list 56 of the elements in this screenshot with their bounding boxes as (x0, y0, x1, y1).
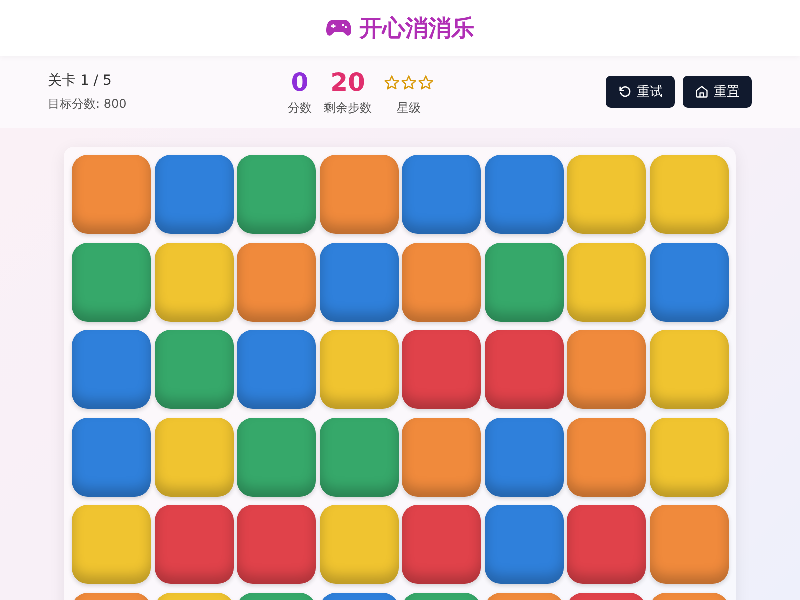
candy-tile[interactable] (237, 330, 316, 409)
candy-tile[interactable] (72, 418, 151, 496)
candy-tile[interactable] (237, 418, 316, 496)
candy-tile[interactable] (650, 505, 728, 584)
candy-tile[interactable] (320, 155, 398, 234)
target-score: 目标分数: 800 (48, 96, 128, 112)
candy-tile[interactable] (402, 505, 481, 584)
candy-tile[interactable] (567, 242, 646, 322)
candy-tile[interactable] (154, 505, 234, 584)
candy-tile[interactable] (484, 330, 564, 409)
candy-tile[interactable] (320, 330, 398, 409)
candy-tile[interactable] (650, 242, 728, 322)
level-label: 关卡 1 / 5 (48, 72, 113, 90)
candy-tile[interactable] (650, 418, 728, 496)
candy-tile[interactable] (154, 242, 234, 322)
candy-tile[interactable] (484, 505, 564, 584)
moves-label: 剩余步数 (324, 100, 372, 116)
candy-tile[interactable] (320, 242, 398, 322)
home-icon (695, 85, 709, 99)
candy-tile[interactable] (567, 505, 646, 584)
candy-tile[interactable] (72, 505, 151, 584)
refresh-icon (618, 85, 632, 99)
candy-tile[interactable] (567, 155, 646, 234)
candy-tile[interactable] (402, 418, 481, 496)
gamepad-icon (326, 19, 352, 37)
candy-tile[interactable] (237, 242, 316, 322)
candy-tile[interactable] (237, 155, 316, 234)
candy-tile[interactable] (402, 330, 481, 409)
star-icon (384, 74, 400, 90)
star-icon (418, 74, 434, 90)
score-label: 分数 (288, 100, 312, 116)
moves-value: 20 (330, 68, 366, 98)
candy-tile[interactable] (320, 418, 398, 496)
candy-tile[interactable] (484, 242, 564, 322)
candy-tile[interactable] (650, 330, 728, 409)
candy-tile[interactable] (72, 242, 151, 322)
candy-tile[interactable] (237, 505, 316, 584)
star-icon (401, 74, 417, 90)
candy-tile[interactable] (484, 418, 564, 496)
candy-tile[interactable] (72, 330, 151, 409)
candy-tile[interactable] (567, 418, 646, 496)
candy-tile[interactable] (484, 155, 564, 234)
game-title: 开心消消乐 (360, 14, 474, 44)
candy-tile[interactable] (72, 155, 151, 234)
score-value: 0 (291, 68, 309, 98)
rating-label: 星级 (397, 100, 421, 116)
candy-tile[interactable] (154, 155, 234, 234)
retry-button[interactable]: 重试 (606, 76, 675, 108)
candy-tile[interactable] (402, 242, 481, 322)
candy-tile[interactable] (320, 505, 398, 584)
candy-tile[interactable] (154, 418, 234, 496)
candy-tile[interactable] (650, 155, 728, 234)
reset-button[interactable]: 重置 (683, 76, 752, 108)
candy-tile[interactable] (154, 330, 234, 409)
candy-tile[interactable] (567, 330, 646, 409)
candy-tile[interactable] (402, 155, 481, 234)
